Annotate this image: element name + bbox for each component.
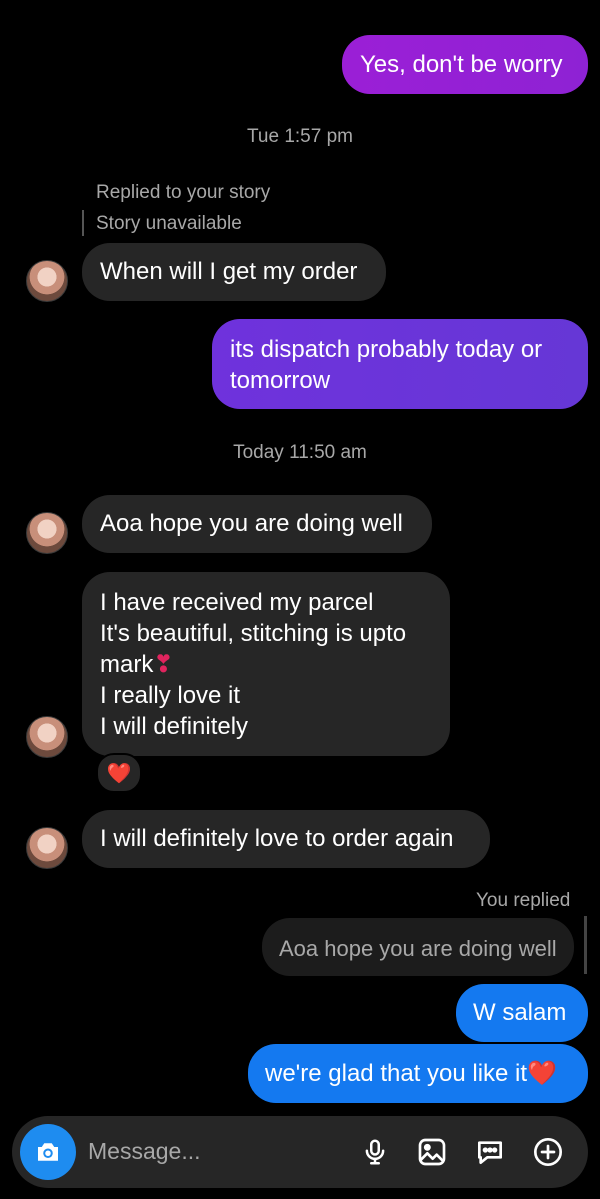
message-text-line: mark <box>100 651 154 678</box>
message-text-line: I have received my parcel <box>100 589 374 616</box>
camera-icon <box>38 1143 58 1161</box>
quoted-message[interactable]: Aoa hope you are doing well <box>262 918 574 976</box>
sticker-chat-button[interactable] <box>472 1134 508 1170</box>
microphone-button[interactable] <box>357 1134 393 1170</box>
message-text-line: I really love it <box>100 682 241 709</box>
heart-exclamation-emoji: ❣ <box>153 651 174 678</box>
message-incoming-4[interactable]: I will definitely love to order again <box>82 810 490 868</box>
replied-to-story-label: Replied to your story <box>96 182 271 203</box>
message-outgoing-3[interactable]: W salam <box>456 984 588 1042</box>
avatar[interactable] <box>26 512 68 554</box>
sticker-chat-icon <box>478 1141 502 1164</box>
timestamp-2: Today 11:50 am <box>233 442 367 463</box>
message-text: When will I get my order <box>100 258 358 285</box>
message-text: we're glad that you like it <box>265 1060 528 1087</box>
message-input[interactable]: Message... <box>88 1138 348 1168</box>
message-outgoing-2[interactable]: its dispatch probably today or tomorrow <box>212 319 588 409</box>
message-text: Yes, don't be worry <box>360 51 563 78</box>
message-incoming-1[interactable]: When will I get my order <box>82 243 386 301</box>
gallery-icon <box>418 1138 446 1166</box>
story-unavailable-label: Story unavailable <box>96 213 242 234</box>
microphone-icon <box>365 1139 385 1165</box>
story-reply-bar <box>82 210 84 236</box>
message-text: W salam <box>473 999 567 1026</box>
add-button[interactable] <box>530 1134 566 1170</box>
message-text-line: I will definitely <box>100 713 249 740</box>
message-text: Aoa hope you are doing well <box>100 510 403 537</box>
message-incoming-2[interactable]: Aoa hope you are doing well <box>82 495 432 553</box>
heart-reaction-icon: ❤️ <box>106 762 132 785</box>
message-text-line: It's beautiful, stitching is upto <box>100 620 407 647</box>
reply-bar <box>584 916 587 974</box>
message-composer: Message... <box>12 1116 588 1188</box>
message-text-line: its dispatch probably today or <box>230 336 543 363</box>
message-outgoing-1[interactable]: Yes, don't be worry <box>342 35 588 94</box>
you-replied-label: You replied <box>476 890 571 911</box>
avatar[interactable] <box>26 260 68 302</box>
heart-emoji: ❤️ <box>527 1060 557 1087</box>
timestamp-1: Tue 1:57 pm <box>247 126 353 147</box>
message-text-line: tomorrow <box>230 367 331 394</box>
camera-button[interactable] <box>20 1124 76 1180</box>
gallery-button[interactable] <box>414 1134 450 1170</box>
avatar[interactable] <box>26 716 68 758</box>
add-icon <box>534 1138 562 1166</box>
quoted-text: Aoa hope you are doing well <box>279 936 557 961</box>
message-incoming-3[interactable]: I have received my parcel It's beautiful… <box>82 572 450 756</box>
message-outgoing-4[interactable]: we're glad that you like it❤️ <box>248 1044 588 1103</box>
reaction-badge[interactable]: ❤️ <box>96 753 142 793</box>
message-text: I will definitely love to order again <box>100 825 454 852</box>
avatar[interactable] <box>26 827 68 869</box>
